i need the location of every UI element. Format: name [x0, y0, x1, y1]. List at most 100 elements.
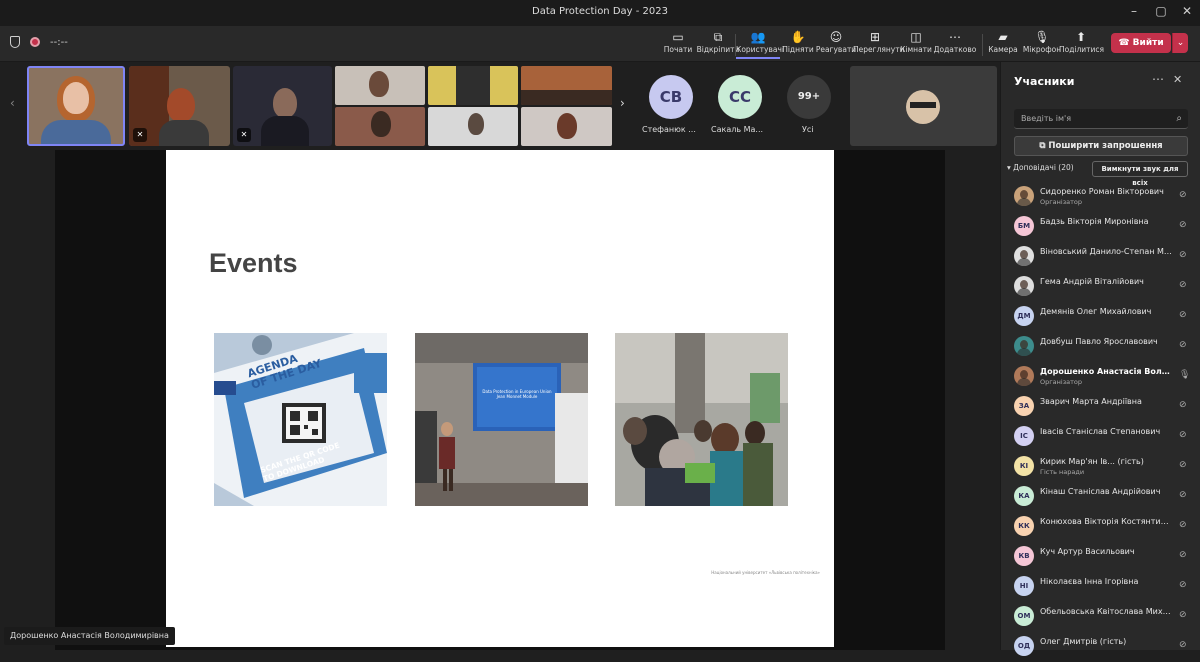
toolbar-separator [735, 34, 736, 56]
avatar[interactable]: СВ [649, 75, 693, 119]
mute-all-button[interactable]: Вимкнути звук для всіх [1092, 161, 1188, 187]
avatar: ЗА [1014, 396, 1034, 416]
video-tile[interactable] [335, 66, 425, 105]
mic-off-icon: ⊘ [1179, 610, 1187, 620]
participant-row[interactable]: КК Конюхова Вікторія Костянтинів... ⊘ [1001, 512, 1200, 542]
view-icon: ⊞ [869, 30, 881, 44]
mic-off-icon: ⊘ [1179, 580, 1187, 590]
mic-off-icon: ⊘ [1179, 400, 1187, 410]
start-button[interactable]: ▭ Почати [656, 29, 700, 59]
mic-off-icon: ⊘ [1179, 310, 1187, 320]
participant-row[interactable]: КІ Кирик Мар'ян Ів... (гість) Гість нара… [1001, 452, 1200, 482]
leave-button[interactable]: ☎ Вийти [1111, 33, 1171, 53]
rooms-button[interactable]: ◫ Кімнати [894, 29, 938, 59]
avatar [1014, 336, 1034, 356]
presenters-group-toggle[interactable]: ▾ Доповідачі (20) [1007, 163, 1074, 172]
people-label: Користувачі [736, 45, 785, 54]
participant-row[interactable]: БМ Бадзь Вікторія Миронівна ⊘ [1001, 212, 1200, 242]
mic-off-icon: ⊘ [1179, 280, 1187, 290]
camera-icon: ▰ [998, 30, 1008, 44]
mic-off-icon: ⊘ [1179, 190, 1187, 200]
participant-name: Кінаш Станіслав Андрійович [1040, 487, 1161, 496]
participant-name: Ніколаєва Інна Ігорівна [1040, 577, 1139, 586]
avatar: ОМ [1014, 606, 1034, 626]
video-tile[interactable] [850, 66, 997, 146]
participant-row[interactable]: Гема Андрій Віталійович ⊘ [1001, 272, 1200, 302]
video-tile[interactable] [521, 66, 612, 105]
participant-row[interactable]: Дорошенко Анастасія Володи... Організато… [1001, 362, 1200, 392]
participant-row[interactable]: ОД Олег Дмитрів (гість) ⊘ [1001, 632, 1200, 662]
panel-title: Учасники [1014, 75, 1075, 88]
participant-role: Організатор [1040, 378, 1083, 386]
close-icon[interactable]: ✕ [1173, 73, 1182, 86]
view-button[interactable]: ⊞ Переглянути [853, 29, 905, 59]
avatar: КА [1014, 486, 1034, 506]
participant-name: Демянів Олег Михайлович [1040, 307, 1152, 316]
more-options-icon[interactable]: ⋯ [1152, 72, 1164, 86]
agenda-badge-photo: AGENDA OF THE DAY SCAN THE QR CODE TO DOWN… [214, 333, 387, 506]
camera-label: Камера [988, 45, 1018, 54]
share-invite-button[interactable]: ⧉ Поширити запрошення [1014, 136, 1188, 156]
unpin-icon: ⧉ [713, 30, 723, 44]
video-tile[interactable]: ✕ [233, 66, 332, 146]
show-all-label[interactable]: Усі [802, 125, 814, 134]
mic-off-icon: ⊘ [1179, 220, 1187, 230]
video-tile[interactable] [428, 66, 518, 105]
slide-footer: Національний університет «Львівська полі… [711, 570, 820, 575]
video-tile[interactable]: ✕ [129, 66, 230, 146]
avatar: КІ [1014, 456, 1034, 476]
more-button[interactable]: ⋯ Додатково [933, 29, 977, 59]
avatar [1014, 246, 1034, 266]
rooms-icon: ◫ [910, 30, 922, 44]
view-label: Переглянути [853, 45, 905, 54]
participants-panel: Учасники ⋯ ✕ Введіть ім'я ⌕ ⧉ Поширити з… [1000, 62, 1200, 656]
participant-name: Сакаль Ма... [711, 125, 764, 134]
people-button[interactable]: 👥 Користувачі [736, 29, 785, 59]
avatar[interactable]: СС [718, 75, 762, 119]
share-button[interactable]: ⬆ Поділитися [1059, 29, 1105, 59]
mic-off-icon: ⊘ [1179, 340, 1187, 350]
participant-row[interactable]: Довбуш Павло Ярославович ⊘ [1001, 332, 1200, 362]
participant-row[interactable]: Сидоренко Роман Вікторович Організатор ⊘ [1001, 182, 1200, 212]
microphone-button[interactable]: 🎙 Мікрофон [1020, 29, 1064, 59]
chevron-right-icon[interactable]: › [620, 96, 625, 110]
audience-photo [615, 333, 788, 506]
participant-row[interactable]: Віновський Данило-Степан Ми... ⊘ [1001, 242, 1200, 272]
mic-off-icon: ✕ [237, 128, 251, 142]
react-icon: ☺ [829, 30, 843, 44]
video-tile[interactable] [428, 107, 518, 146]
unpin-button[interactable]: ⧉ Відкріпити [696, 29, 740, 59]
video-tile[interactable] [335, 107, 425, 146]
camera-button[interactable]: ▰ Камера [981, 29, 1025, 59]
video-tile[interactable] [521, 107, 612, 146]
mic-off-icon: ⊘ [1179, 250, 1187, 260]
participant-role: Гість наради [1040, 468, 1085, 476]
title-bar: Data Protection Day - 2023 – ▢ ✕ [0, 0, 1200, 26]
minimize-icon[interactable]: – [1125, 4, 1143, 18]
participant-name: Куч Артур Васильович [1040, 547, 1135, 556]
participant-row[interactable]: ДМ Демянів Олег Михайлович ⊘ [1001, 302, 1200, 332]
participant-row[interactable]: КВ Куч Артур Васильович ⊘ [1001, 542, 1200, 572]
microphone-icon: 🎙 [1034, 30, 1050, 44]
search-input[interactable]: Введіть ім'я ⌕ [1014, 109, 1188, 129]
participant-name: Довбуш Павло Ярославович [1040, 337, 1158, 346]
participant-name: Бадзь Вікторія Миронівна [1040, 217, 1149, 226]
overflow-avatar[interactable]: 99+ [787, 75, 831, 119]
react-button[interactable]: ☺ Реагувати [814, 29, 858, 59]
participant-row[interactable]: КА Кінаш Станіслав Андрійович ⊘ [1001, 482, 1200, 512]
participant-row[interactable]: ЗА Зварич Марта Андріївна ⊘ [1001, 392, 1200, 422]
video-tile[interactable] [27, 66, 125, 146]
chevron-left-icon[interactable]: ‹ [10, 96, 15, 110]
search-placeholder: Введіть ім'я [1021, 114, 1072, 123]
close-window-icon[interactable]: ✕ [1178, 4, 1196, 18]
presentation-photo: Data Protection in European Union Jean Mo… [415, 333, 588, 506]
maximize-icon[interactable]: ▢ [1152, 4, 1170, 18]
participant-row[interactable]: НІ Ніколаєва Інна Ігорівна ⊘ [1001, 572, 1200, 602]
slide-title: Events [209, 248, 298, 278]
leave-options-chevron-icon[interactable]: ⌄ [1172, 33, 1188, 53]
participant-row[interactable]: ОМ Обельовська Квітослава Михай... ⊘ [1001, 602, 1200, 632]
mic-off-icon: ⊘ [1179, 550, 1187, 560]
participant-name: Івасів Станіслав Степанович [1040, 427, 1161, 436]
share-label: Поділитися [1059, 45, 1105, 54]
participant-row[interactable]: ІС Івасів Станіслав Степанович ⊘ [1001, 422, 1200, 452]
